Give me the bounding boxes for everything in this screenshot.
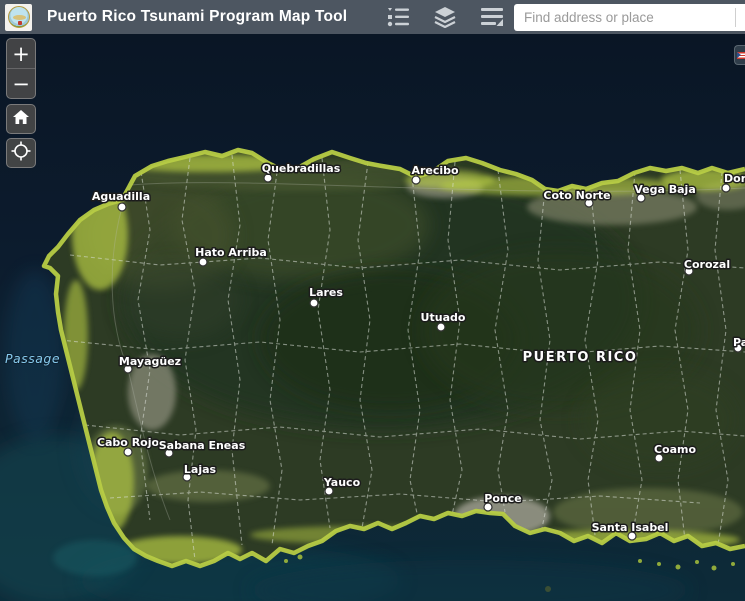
city-label: Cabo Rojo [97, 436, 160, 449]
page-title: Puerto Rico Tsunami Program Map Tool [47, 8, 348, 25]
city-label: Utuado [421, 311, 466, 324]
legend-button[interactable] [383, 4, 413, 30]
map-svg[interactable]: Passage PUERTO RICO Aguadilla Quebradilla… [0, 34, 745, 601]
basemap-icon [480, 7, 504, 27]
city-label: Coto Norte [543, 189, 610, 202]
map-tool-app: Puerto Rico Tsunami Program Map Tool Fin… [0, 0, 745, 601]
city-dot [117, 202, 127, 212]
city-label: Vega Baja [634, 183, 696, 196]
city-label: Arecibo [411, 164, 459, 177]
city-label: Ponce [484, 492, 521, 505]
search-divider [735, 7, 736, 27]
zoom-out-button[interactable]: − [7, 69, 35, 99]
city-label: Santa Isabel [592, 521, 669, 534]
city-dot [309, 298, 319, 308]
city-label: Sabana Eneas [159, 439, 246, 452]
city-label: Lares [309, 286, 343, 299]
header-toolbar [383, 4, 507, 30]
city-dot [721, 183, 731, 193]
city-dot [436, 322, 446, 332]
program-logo [5, 3, 32, 31]
legend-icon [386, 7, 410, 27]
city-label: Yauco [323, 476, 361, 489]
basemap-button[interactable] [477, 4, 507, 30]
city-label: Pa [733, 336, 745, 349]
city-label: Dora [724, 172, 745, 185]
city-dot [123, 447, 133, 457]
city-label: Lajas [184, 463, 217, 476]
city-dot [263, 173, 273, 183]
city-label: Aguadilla [92, 190, 150, 203]
city-dot [411, 175, 421, 185]
city-dot [198, 257, 208, 267]
locate-icon [11, 141, 31, 166]
layers-icon [433, 6, 457, 28]
search-box [514, 3, 745, 31]
city-label: Coamo [654, 443, 697, 456]
home-button[interactable] [6, 104, 36, 134]
layers-button[interactable] [430, 4, 460, 30]
city-label: Mayagüez [119, 355, 181, 368]
zoom-control: + − [6, 38, 36, 99]
city-label: Corozal [684, 258, 730, 271]
zoom-in-button[interactable]: + [7, 39, 35, 69]
search-input[interactable] [524, 4, 719, 30]
map-canvas[interactable]: Passage PUERTO RICO Aguadilla Quebradilla… [0, 34, 745, 601]
city-label: Quebradillas [262, 162, 341, 175]
edge-flag-button[interactable] [734, 45, 745, 65]
water-label: Passage [5, 351, 60, 366]
locate-button[interactable] [6, 138, 36, 168]
home-icon [12, 109, 30, 130]
puerto-rico-flag-icon [737, 51, 745, 59]
app-header: Puerto Rico Tsunami Program Map Tool [0, 0, 745, 34]
program-seal-icon [7, 6, 30, 28]
city-label: Hato Arriba [195, 246, 267, 259]
region-label: PUERTO RICO [523, 350, 638, 365]
